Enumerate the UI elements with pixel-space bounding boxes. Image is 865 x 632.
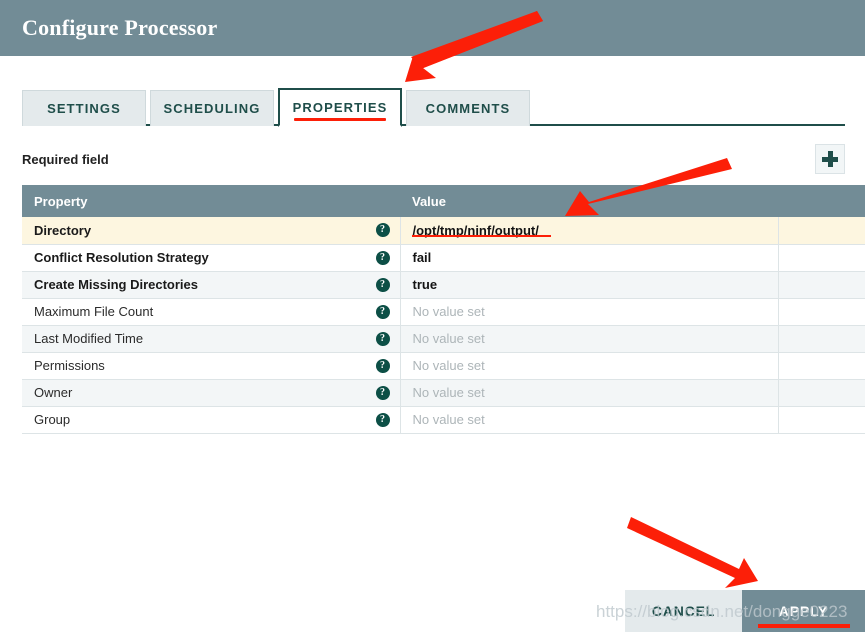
required-field-row: Required field — [22, 142, 845, 176]
help-circle-icon[interactable]: ? — [375, 277, 390, 292]
help-circle-icon[interactable]: ? — [375, 331, 390, 346]
property-label: Permissions — [34, 358, 105, 373]
add-property-button[interactable] — [815, 144, 845, 174]
value-annotation-underline — [411, 234, 551, 237]
property-value-cell[interactable]: No value set — [400, 352, 779, 380]
value-cell-inner: No value set — [401, 358, 778, 373]
dialog-footer: CANCEL APPLY — [0, 590, 865, 632]
cancel-button[interactable]: CANCEL — [625, 590, 742, 632]
help-circle-icon[interactable]: ? — [375, 250, 390, 265]
property-cell-inner: Last Modified Time? — [22, 331, 400, 346]
help-circle-icon[interactable]: ? — [375, 304, 390, 319]
property-action-cell[interactable] — [778, 271, 865, 299]
property-name-cell: Owner? — [22, 379, 401, 407]
property-action-cell[interactable] — [778, 325, 865, 353]
property-name-cell: Permissions? — [22, 352, 401, 380]
dialog-header: Configure Processor — [0, 0, 865, 56]
value-cell-inner: /opt/tmp/ninf/output/ — [401, 223, 778, 238]
help-circle-icon[interactable]: ? — [375, 412, 390, 427]
table-header-row: Property Value — [22, 185, 865, 217]
help-circle-icon[interactable]: ? — [375, 385, 390, 400]
property-cell-inner: Directory? — [22, 223, 400, 238]
tab-comments[interactable]: COMMENTS — [406, 90, 530, 126]
tab-label: SCHEDULING — [163, 101, 261, 116]
property-action-cell[interactable] — [778, 298, 865, 326]
plus-icon — [822, 151, 838, 167]
value-placeholder: No value set — [412, 358, 485, 373]
property-name-cell: Directory? — [22, 217, 401, 245]
property-cell-inner: Permissions? — [22, 358, 400, 373]
table-row[interactable]: Owner? No value set — [22, 379, 865, 407]
property-label: Owner — [34, 385, 73, 400]
value-cell-inner: No value set — [401, 304, 778, 319]
property-label: Conflict Resolution Strategy — [34, 250, 209, 265]
table-row[interactable]: Conflict Resolution Strategy? fail — [22, 244, 865, 272]
property-name-cell: Maximum File Count? — [22, 298, 401, 326]
table-body: Directory?/opt/tmp/ninf/output/Conflict … — [22, 217, 865, 434]
property-action-cell[interactable] — [778, 244, 865, 272]
apply-annotation-underline — [758, 624, 850, 628]
table-row[interactable]: Permissions? No value set — [22, 352, 865, 380]
property-name-cell: Create Missing Directories? — [22, 271, 401, 299]
value-cell-inner: No value set — [401, 412, 778, 427]
value-cell-inner: No value set — [401, 385, 778, 400]
value-cell-inner: No value set — [401, 331, 778, 346]
tab-annotation-underline — [294, 118, 386, 121]
tab-label: PROPERTIES — [292, 100, 388, 115]
property-cell-inner: Conflict Resolution Strategy? — [22, 250, 400, 265]
value-cell-inner: true — [401, 277, 778, 292]
property-value-cell[interactable]: true — [400, 271, 779, 299]
property-value-cell[interactable]: No value set — [400, 379, 779, 407]
property-value-cell[interactable]: No value set — [400, 298, 779, 326]
table-row[interactable]: Create Missing Directories? true — [22, 271, 865, 299]
property-cell-inner: Maximum File Count? — [22, 304, 400, 319]
table-row[interactable]: Directory?/opt/tmp/ninf/output/ — [22, 217, 865, 245]
value-cell-inner: fail — [401, 250, 778, 265]
property-cell-inner: Create Missing Directories? — [22, 277, 400, 292]
help-circle-icon[interactable]: ? — [375, 358, 390, 373]
table-row[interactable]: Last Modified Time? No value set — [22, 325, 865, 353]
property-cell-inner: Owner? — [22, 385, 400, 400]
tab-scheduling[interactable]: SCHEDULING — [150, 90, 274, 126]
column-header-property: Property — [22, 185, 400, 217]
property-cell-inner: Group? — [22, 412, 400, 427]
property-action-cell[interactable] — [778, 352, 865, 380]
column-header-value: Value — [400, 185, 778, 217]
tab-label: COMMENTS — [425, 101, 511, 116]
value-placeholder: No value set — [412, 304, 485, 319]
column-header-extra — [778, 185, 865, 217]
tab-settings[interactable]: SETTINGS — [22, 90, 146, 126]
property-name-cell: Conflict Resolution Strategy? — [22, 244, 401, 272]
tab-label: SETTINGS — [47, 101, 121, 116]
annotation-arrow-apply-button — [627, 517, 758, 588]
table-row[interactable]: Group? No value set — [22, 406, 865, 434]
property-value-cell[interactable]: No value set — [400, 325, 779, 353]
property-action-cell[interactable] — [778, 379, 865, 407]
table-row[interactable]: Maximum File Count? No value set — [22, 298, 865, 326]
properties-table: Property Value Directory?/opt/tmp/ninf/o… — [22, 185, 865, 434]
value-text: true — [412, 277, 438, 292]
tab-list: SETTINGS SCHEDULING PROPERTIES COMMENTS — [22, 82, 865, 127]
tab-strip: SETTINGS SCHEDULING PROPERTIES COMMENTS — [0, 82, 865, 127]
page-title: Configure Processor — [22, 15, 218, 40]
value-text: fail — [412, 250, 432, 265]
property-label: Maximum File Count — [34, 304, 154, 319]
property-value-cell[interactable]: fail — [400, 244, 779, 272]
property-action-cell[interactable] — [778, 217, 865, 245]
property-label: Create Missing Directories — [34, 277, 199, 292]
property-label: Last Modified Time — [34, 331, 144, 346]
property-action-cell[interactable] — [778, 406, 865, 434]
property-value-cell[interactable]: No value set — [400, 406, 779, 434]
value-placeholder: No value set — [412, 412, 485, 427]
required-field-label: Required field — [22, 151, 109, 167]
help-circle-icon[interactable]: ? — [375, 223, 390, 238]
property-label: Group — [34, 412, 71, 427]
value-placeholder: No value set — [412, 385, 485, 400]
property-label: Directory — [34, 222, 92, 238]
property-name-cell: Last Modified Time? — [22, 325, 401, 353]
property-value-cell[interactable]: /opt/tmp/ninf/output/ — [400, 217, 779, 245]
value-placeholder: No value set — [412, 331, 485, 346]
tab-properties[interactable]: PROPERTIES — [278, 88, 402, 127]
property-name-cell: Group? — [22, 406, 401, 434]
